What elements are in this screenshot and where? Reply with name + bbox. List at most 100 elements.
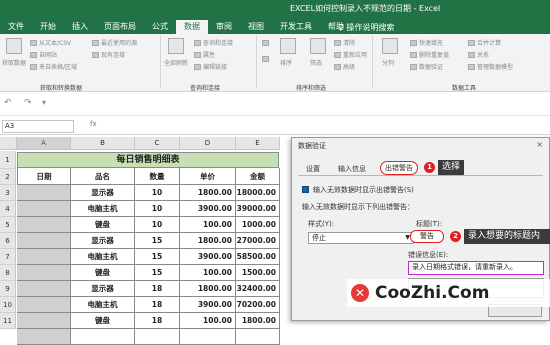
row-header[interactable]: 11 [0, 313, 16, 329]
close-icon[interactable]: × [536, 140, 543, 149]
tab-page-layout[interactable]: 页面布局 [96, 20, 144, 34]
table-cell[interactable]: 显示器 [71, 281, 135, 297]
table-cell[interactable]: 显示器 [71, 185, 135, 201]
table-header-cell[interactable]: 日期 [17, 168, 71, 185]
table-cell[interactable] [17, 329, 71, 345]
select-all-corner[interactable] [0, 137, 17, 150]
name-box[interactable]: A3 [2, 120, 74, 133]
row-header[interactable]: 7 [0, 249, 16, 265]
table-cell[interactable]: 1000.00 [236, 217, 280, 233]
table-cell[interactable]: 电脑主机 [71, 201, 135, 217]
table-cell[interactable]: 18 [135, 313, 180, 329]
table-cell[interactable]: 3900.00 [180, 249, 236, 265]
row-header[interactable]: 9 [0, 281, 16, 297]
tab-view[interactable]: 视图 [240, 20, 272, 34]
table-cell[interactable] [180, 329, 236, 345]
table-cell[interactable]: 1800.00 [180, 185, 236, 201]
from-web-button[interactable]: 自网站 [30, 50, 57, 59]
table-cell[interactable]: 18 [135, 281, 180, 297]
sort-icon-big[interactable] [280, 38, 296, 54]
reapply-button[interactable]: 重新应用 [334, 50, 367, 59]
table-header-cell[interactable]: 金额 [236, 168, 280, 185]
column-header-b[interactable]: B [71, 137, 135, 150]
sort-az-button[interactable] [262, 40, 269, 46]
table-cell[interactable] [17, 249, 71, 265]
table-cell[interactable]: 键盘 [71, 217, 135, 233]
table-title[interactable]: 每日销售明细表 [17, 152, 279, 168]
tab-data[interactable]: 数据 [176, 20, 208, 34]
table-cell[interactable] [71, 329, 135, 345]
recent-sources-button[interactable]: 最近使用的源 [92, 38, 137, 47]
table-cell[interactable]: 1800.00 [236, 313, 280, 329]
from-text-csv-button[interactable]: 从文本/CSV [30, 38, 71, 47]
flash-fill-button[interactable]: 快速填充 [410, 38, 443, 47]
row-header[interactable]: 10 [0, 297, 16, 313]
table-cell[interactable]: 100.00 [180, 313, 236, 329]
tab-review[interactable]: 审阅 [208, 20, 240, 34]
tab-insert[interactable]: 插入 [64, 20, 96, 34]
dialog-tab-input-message[interactable]: 输入信息 [338, 163, 366, 175]
table-cell[interactable] [17, 201, 71, 217]
table-cell[interactable]: 10 [135, 217, 180, 233]
table-cell[interactable]: 15 [135, 249, 180, 265]
table-cell[interactable] [17, 313, 71, 329]
column-header-a[interactable]: A [17, 137, 71, 150]
text-to-columns-button[interactable]: 分列 [382, 58, 394, 67]
table-cell[interactable]: 32400.00 [236, 281, 280, 297]
tab-developer[interactable]: 开发工具 [272, 20, 320, 34]
sort-za-button[interactable] [262, 56, 269, 62]
customize-qat-icon[interactable]: ▾ [42, 98, 46, 107]
consolidate-button[interactable]: 合并计算 [468, 38, 501, 47]
table-cell[interactable] [17, 217, 71, 233]
table-cell[interactable]: 3900.00 [180, 297, 236, 313]
remove-duplicates-button[interactable]: 删除重复值 [410, 50, 449, 59]
refresh-all-button[interactable]: 全部刷新 [164, 58, 188, 67]
table-cell[interactable]: 显示器 [71, 233, 135, 249]
sort-button[interactable]: 排序 [280, 58, 292, 67]
row-header[interactable]: 2 [0, 169, 16, 185]
style-select[interactable]: 停止 ▼ [308, 232, 414, 244]
table-cell[interactable]: 18 [135, 297, 180, 313]
table-header-cell[interactable]: 数量 [135, 168, 180, 185]
table-cell[interactable]: 3900.00 [180, 201, 236, 217]
table-cell[interactable]: 15 [135, 265, 180, 281]
tab-formulas[interactable]: 公式 [144, 20, 176, 34]
table-cell[interactable]: 1500.00 [236, 265, 280, 281]
queries-connections-button[interactable]: 查询和连接 [194, 38, 233, 47]
table-cell[interactable] [17, 185, 71, 201]
title-input[interactable]: 警告 [410, 230, 444, 243]
text-to-columns-icon[interactable] [382, 38, 398, 54]
row-header[interactable]: 3 [0, 185, 16, 201]
relationships-button[interactable]: 关系 [468, 50, 489, 59]
fx-icon[interactable]: fx [90, 120, 97, 128]
table-header-cell[interactable]: 品名 [71, 168, 135, 185]
table-cell[interactable]: 键盘 [71, 265, 135, 281]
properties-button[interactable]: 属性 [194, 50, 215, 59]
row-header[interactable]: 5 [0, 217, 16, 233]
dialog-tab-error-alert[interactable]: 出错警告 [380, 161, 418, 175]
tab-home[interactable]: 开始 [32, 20, 64, 34]
manage-data-model-button[interactable]: 管理数据模型 [468, 62, 513, 71]
refresh-all-icon[interactable] [168, 38, 184, 54]
table-cell[interactable]: 27000.00 [236, 233, 280, 249]
table-cell[interactable]: 键盘 [71, 313, 135, 329]
row-header[interactable]: 4 [0, 201, 16, 217]
table-cell[interactable]: 1800.00 [180, 281, 236, 297]
row-header[interactable]: 1 [0, 151, 16, 169]
advanced-filter-button[interactable]: 高级 [334, 62, 355, 71]
table-cell[interactable]: 10 [135, 185, 180, 201]
dialog-tab-settings[interactable]: 设置 [306, 163, 320, 175]
row-header[interactable]: 8 [0, 265, 16, 281]
table-cell[interactable]: 18000.00 [236, 185, 280, 201]
table-cell[interactable]: 电脑主机 [71, 297, 135, 313]
table-cell[interactable] [135, 329, 180, 345]
error-message-input[interactable]: 录入日期格式错误，请重新录入。 [408, 261, 544, 275]
column-header-d[interactable]: D [180, 137, 236, 150]
tab-file[interactable]: 文件 [0, 20, 32, 34]
table-header-cell[interactable]: 单价 [180, 168, 236, 185]
table-cell[interactable]: 100.00 [180, 265, 236, 281]
table-cell[interactable]: 100.00 [180, 217, 236, 233]
column-header-e[interactable]: E [236, 137, 280, 150]
table-cell[interactable]: 电脑主机 [71, 249, 135, 265]
clear-filter-button[interactable]: 清除 [334, 38, 355, 47]
